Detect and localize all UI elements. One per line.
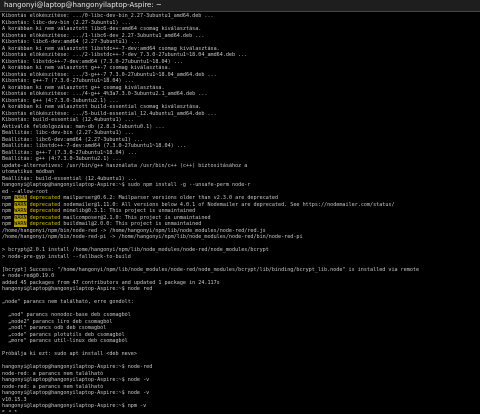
line-text: hangonyi@laptop@hangonyilaptop-Aspire:~$… [2, 286, 153, 292]
npm-prefix: npm [2, 221, 15, 227]
deprecated-label: deprecated [26, 208, 61, 214]
line-text: Próbálja ki ezt: sudo apt install <deb n… [2, 351, 137, 357]
line-text: nodemailer@1.11.0: All versions below 4.… [60, 201, 395, 208]
line-text: ed --allow-root [2, 188, 49, 195]
line-text: Beállítás: g++-7 (7.3.0-27ubuntu1~18.04)… [2, 149, 137, 156]
line-text: hangonyi@laptop@hangonyilaptop-Aspire:~$… [2, 182, 251, 188]
warn-badge: WARN [14, 214, 27, 221]
line-text: „code" parancs plotutils deb csomagból [2, 331, 125, 338]
line-text: node-red: a parancs nem található [2, 370, 104, 377]
npm-prefix: npm [2, 201, 15, 208]
line-text: added 45 packages from 47 contributors a… [2, 279, 220, 286]
line-text: Kibontás: libc-dev-bin (2.27-3ubuntu1) .… [2, 19, 131, 26]
line-text: A korábban ki nem választott libc6-dev:a… [2, 26, 202, 32]
line-text: buildmail@2.0.0: This project is unmaint… [60, 221, 202, 227]
line-text: hangonyi@laptop@hangonyilaptop-Aspire:~$… [2, 364, 153, 370]
line-text: „nod" parancs nonodoc-base deb csomagból [2, 312, 131, 318]
line-text: /home/hangonyi/npm/bin/node-red-pi -> /h… [2, 234, 303, 240]
line-text: „node" parancs nem található, erre gondo… [2, 299, 134, 305]
line-text: Kibontás: libc6-dev:amd64 (2.27-3ubuntu1… [2, 39, 141, 45]
line-text: mimelib@0.3.1: This project is unmaintai… [60, 208, 196, 214]
line-text: A korábban ki nem választott libstdc++-7… [2, 45, 220, 52]
terminal-line: 6.4.1 [2, 410, 478, 413]
line-text: Kibontás előkészítése: .../4-g++_4%3a7.3… [2, 91, 208, 97]
line-text: Kibontás: build-essential (12.4ubuntu1) … [2, 117, 134, 123]
line-text: A korábban ki nem választott build-essen… [2, 104, 202, 110]
warn-badge: WARN [14, 208, 27, 214]
line-text: Beállítás: build-essential (12.4ubuntu1)… [2, 175, 137, 182]
line-text: hangonyi@laptop@hangonyilaptop-Aspire:~$… [2, 377, 150, 383]
line-text: > node-pre-gyp install --fallback-to-bui… [2, 253, 131, 260]
terminal-output[interactable]: Kibontás előkészítése: .../0-libc-dev-bi… [2, 13, 478, 412]
line-text: + node-red@0.19.0 [2, 273, 55, 279]
window-titlebar[interactable]: hangonyi@laptop@hangonyilaptop-Aspire: ~ [0, 0, 480, 12]
line-text: Kibontás előkészítése: .../1-libc6-dev_2… [2, 32, 205, 39]
line-text: Kibontás: g++-7 (7.3.0-27ubuntu1~18.04) … [2, 78, 134, 84]
line-text: A korábban ki nem választott g++-7 csoma… [2, 65, 171, 71]
line-text: mailcomposer@2.1.0: This project is unma… [60, 214, 211, 221]
line-text: Kibontás: g++ (4:7.3.0-3ubuntu2.1) ... [2, 97, 119, 104]
deprecated-label: deprecated [26, 201, 61, 208]
line-text: /home/hangonyi/npm/bin/node-red -> /home… [2, 227, 266, 234]
line-text: 6.4.1 [2, 410, 17, 413]
line-text: Kibontás előkészítése: .../3-g++-7_7.3.0… [2, 71, 217, 78]
npm-prefix: npm [2, 208, 15, 214]
line-text: Beállítás: g++ (4:7.3.0-3ubuntu2.1) ... [2, 156, 122, 162]
line-text: A korábban ki nem választott g++ csomag … [2, 84, 165, 91]
line-text: utomatikus módban [2, 169, 55, 175]
line-text: „more" parancs util-linux deb csomagból [2, 338, 128, 344]
terminal-line: [bcrypt] Success: "/home/hangonyi/npm/li… [2, 267, 478, 274]
line-text: Aktiválók feldolgozása: man-db (2.8.3-2u… [2, 123, 165, 130]
warn-badge: WARN [14, 201, 27, 208]
line-text: „nodl" parancs odb deb csomagból [2, 325, 107, 331]
npm-prefix: npm [2, 195, 15, 201]
line-text: hangonyi@laptop@hangonyilaptop-Aspire:~$… [2, 390, 150, 396]
line-text: > bcrypt@2.0.1 install /home/hangonyi/np… [2, 247, 269, 253]
line-text: update-alternatives: /usr/bin/g++ haszná… [2, 162, 248, 169]
deprecated-label: deprecated [26, 214, 61, 221]
line-text: mailparser@0.6.2: Mailparser versions ol… [60, 195, 279, 201]
line-text: v10.15.3 [2, 396, 27, 403]
warn-badge: WARN [14, 221, 27, 227]
line-text: Beállítás: libc-dev-bin (2.27-3ubuntu1) … [2, 130, 134, 136]
terminal-window: hangonyi@laptop@hangonyilaptop-Aspire: ~… [0, 0, 480, 414]
line-text: hangonyi@laptop@hangonyilaptop-Aspire:~$… [2, 403, 147, 409]
line-text: Beállítás: libc6-dev:amd64 (2.27-3ubuntu… [2, 136, 144, 143]
line-text: „node2" parancs liro deb csomagból [2, 318, 113, 325]
npm-prefix: npm [2, 214, 15, 221]
warn-badge: WARN [14, 195, 27, 201]
deprecated-label: deprecated [26, 221, 61, 227]
line-text: Kibontás: libstdc++-7-dev:amd64 (7.3.0-2… [2, 58, 183, 65]
line-text: node-red: a parancs nem található [2, 383, 104, 390]
deprecated-label: deprecated [26, 195, 61, 201]
window-title: hangonyi@laptop@hangonyilaptop-Aspire: ~ [4, 1, 162, 9]
line-text: Kibontás előkészítése: .../0-libc-dev-bi… [2, 13, 214, 19]
line-text: Kibontás előkészítése: .../2-libstdc++-7… [2, 52, 248, 58]
line-text: Kibontás előkészítése: .../5-build-essen… [2, 110, 217, 117]
line-text: [bcrypt] Success: "/home/hangonyi/npm/li… [2, 266, 420, 273]
line-text: Beállítás: libstdc++-7-dev:amd64 (7.3.0-… [2, 143, 187, 149]
